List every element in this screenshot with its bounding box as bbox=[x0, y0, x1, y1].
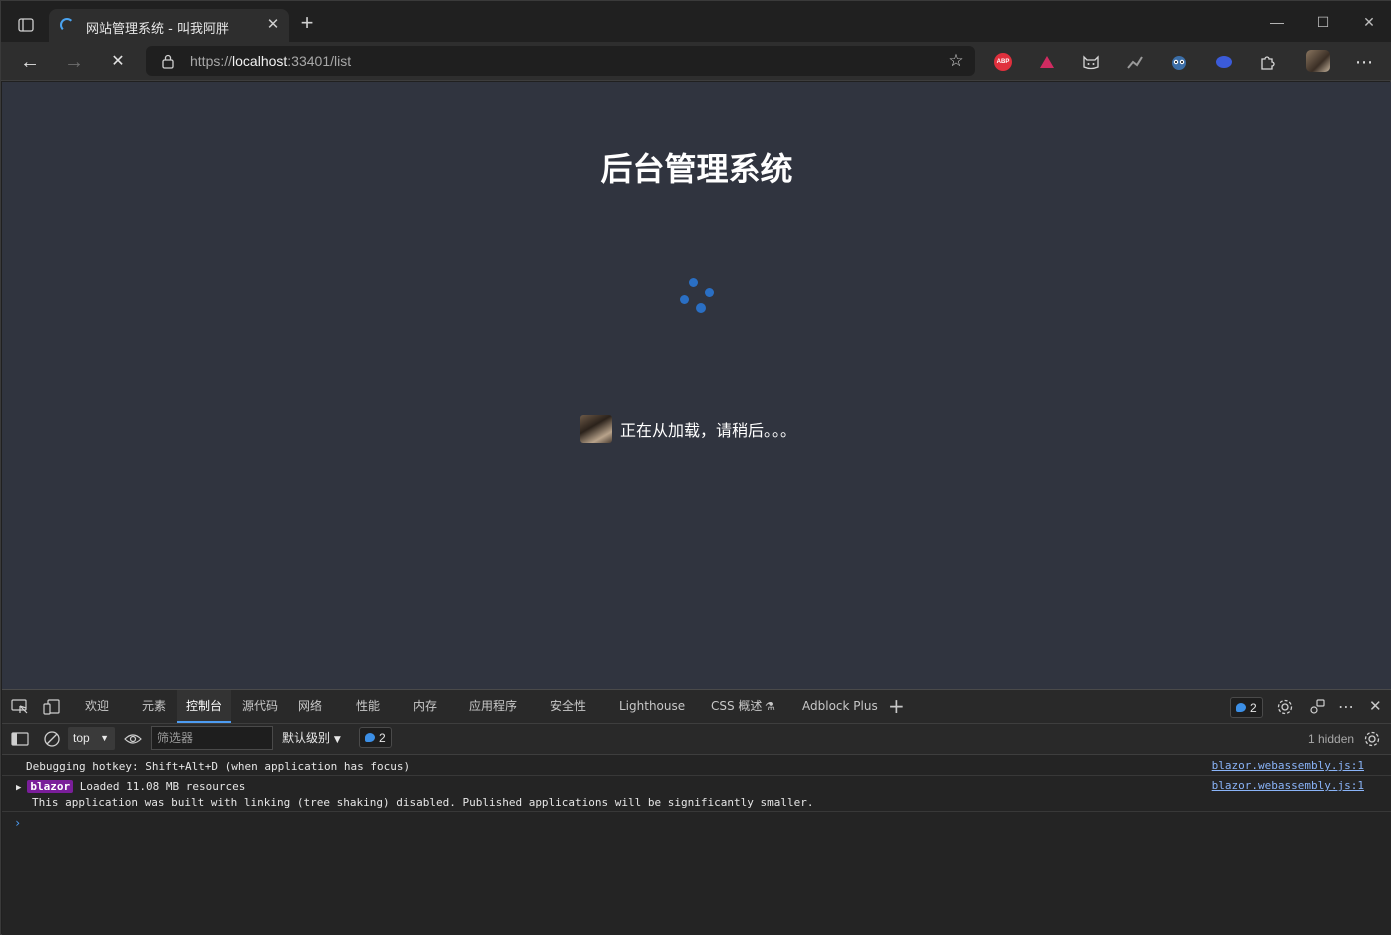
console-message: ▶ blazor Loaded 11.08 MB resources This a… bbox=[2, 776, 1391, 812]
more-options-icon[interactable]: ⋯ bbox=[1338, 690, 1354, 723]
issues-counter[interactable]: 2 bbox=[1230, 697, 1263, 718]
owl-extension-icon[interactable] bbox=[1168, 51, 1190, 73]
tab-network[interactable]: 网络 bbox=[298, 690, 322, 723]
back-button[interactable]: ← bbox=[17, 49, 43, 75]
devtools-tab-bar: 欢迎 元素 控制台 源代码 网络 性能 内存 应用程序 安全性 Lighthou… bbox=[2, 690, 1391, 724]
tab-elements[interactable]: 元素 bbox=[142, 690, 166, 723]
clear-console-icon[interactable] bbox=[42, 730, 62, 748]
chevron-down-icon: ▼ bbox=[333, 735, 341, 745]
filter-input[interactable] bbox=[151, 726, 273, 750]
console-toolbar: top▼ 默认级别 ▼ 2 1 hidden bbox=[2, 724, 1391, 755]
gear-icon[interactable] bbox=[1275, 698, 1295, 716]
spinner-dot bbox=[689, 278, 698, 287]
browser-window: 网站管理系统 - 叫我阿胖 ✕ + — ☐ ✕ ← → ✕ https://lo… bbox=[0, 0, 1391, 935]
tab-console[interactable]: 控制台 bbox=[177, 690, 232, 723]
message-text: Debugging hotkey: Shift+Alt+D (when appl… bbox=[26, 760, 411, 773]
tab-actions-icon[interactable] bbox=[13, 13, 39, 37]
tab-css-overview[interactable]: CSS 概述 bbox=[711, 690, 762, 723]
lock-icon[interactable] bbox=[161, 53, 175, 69]
address-bar[interactable]: https://localhost:33401/list ☆ bbox=[146, 46, 975, 76]
settings-menu-icon[interactable]: ⋯ bbox=[1351, 49, 1377, 75]
flask-icon: ⚗ bbox=[765, 700, 775, 713]
tab-adblock-plus[interactable]: Adblock Plus bbox=[802, 690, 878, 723]
spinner-dot bbox=[705, 288, 714, 297]
profile-avatar[interactable] bbox=[1306, 50, 1330, 72]
context-select[interactable]: top ▼ bbox=[68, 727, 115, 750]
message-text: Loaded 11.08 MB resources bbox=[79, 780, 246, 793]
page-title: 后台管理系统 bbox=[600, 150, 793, 188]
tab-sources[interactable]: 源代码 bbox=[242, 690, 278, 723]
favorite-star-icon[interactable]: ☆ bbox=[945, 51, 967, 71]
add-tab-button[interactable]: + bbox=[888, 690, 905, 723]
tab-performance[interactable]: 性能 bbox=[356, 690, 380, 723]
tab-memory[interactable]: 内存 bbox=[413, 690, 437, 723]
tab-security[interactable]: 安全性 bbox=[550, 690, 586, 723]
source-link[interactable]: blazor.webassembly.js:1 bbox=[1212, 779, 1364, 792]
spinner-dot bbox=[680, 295, 689, 304]
browser-toolbar: ← → ✕ https://localhost:33401/list ☆ ABP… bbox=[1, 42, 1391, 116]
message-icon bbox=[365, 733, 375, 742]
console-prompt[interactable]: › bbox=[14, 816, 21, 830]
feedback-icon[interactable] bbox=[1307, 698, 1327, 716]
maximize-button[interactable]: ☐ bbox=[1311, 11, 1335, 33]
console-settings-gear-icon[interactable] bbox=[1362, 730, 1382, 748]
source-link[interactable]: blazor.webassembly.js:1 bbox=[1212, 759, 1364, 772]
inspect-element-icon[interactable] bbox=[10, 698, 30, 716]
stop-button[interactable]: ✕ bbox=[105, 49, 131, 75]
console-output: Debugging hotkey: Shift+Alt+D (when appl… bbox=[2, 756, 1391, 830]
devtools-panel: 欢迎 元素 控制台 源代码 网络 性能 内存 应用程序 安全性 Lighthou… bbox=[2, 689, 1391, 935]
expand-arrow-icon[interactable]: ▶ bbox=[16, 783, 21, 793]
close-devtools-icon[interactable]: ✕ bbox=[1369, 690, 1382, 723]
eye-icon[interactable] bbox=[123, 730, 143, 748]
forward-button[interactable]: → bbox=[61, 49, 87, 75]
message-detail: This application was built with linking … bbox=[32, 796, 814, 809]
close-tab-icon[interactable]: ✕ bbox=[263, 15, 283, 35]
spinner-dot bbox=[696, 303, 706, 313]
active-tab[interactable]: 网站管理系统 - 叫我阿胖 ✕ bbox=[49, 9, 289, 42]
url-text[interactable]: https://localhost:33401/list bbox=[190, 53, 351, 69]
log-level-select[interactable]: 默认级别 ▼ bbox=[282, 727, 341, 750]
loading-avatar bbox=[580, 415, 612, 443]
minimize-button[interactable]: — bbox=[1265, 11, 1289, 33]
close-window-button[interactable]: ✕ bbox=[1357, 11, 1381, 33]
console-message: Debugging hotkey: Shift+Alt+D (when appl… bbox=[2, 756, 1391, 776]
tab-title: 网站管理系统 - 叫我阿胖 bbox=[86, 22, 229, 37]
sidebar-toggle-icon[interactable] bbox=[10, 730, 30, 748]
new-tab-button[interactable]: + bbox=[297, 12, 317, 34]
tab-lighthouse[interactable]: Lighthouse bbox=[619, 690, 685, 723]
blazor-tag: blazor bbox=[27, 780, 74, 793]
hidden-count: 1 hidden bbox=[1308, 732, 1355, 746]
adblock-plus-icon[interactable]: ABP bbox=[992, 51, 1014, 73]
tab-strip: 网站管理系统 - 叫我阿胖 ✕ + — ☐ ✕ bbox=[1, 1, 1391, 42]
puzzle-extensions-icon[interactable] bbox=[1257, 51, 1279, 73]
mail-extension-icon[interactable] bbox=[1213, 51, 1235, 73]
loading-message: 正在从加载，请稍后。。。 bbox=[580, 414, 796, 444]
cat-extension-icon[interactable] bbox=[1080, 51, 1102, 73]
message-icon bbox=[1236, 703, 1246, 712]
device-emulation-icon[interactable] bbox=[42, 698, 62, 716]
page-viewport: 后台管理系统 正在从加载，请稍后。。。 bbox=[2, 82, 1391, 689]
tab-application[interactable]: 应用程序 bbox=[469, 690, 517, 723]
toolbar-issues-counter[interactable]: 2 bbox=[359, 727, 392, 748]
chevron-down-icon: ▼ bbox=[100, 733, 109, 743]
loading-text: 正在从加载，请稍后。。。 bbox=[620, 421, 797, 440]
tab-welcome[interactable]: 欢迎 bbox=[85, 690, 109, 723]
triangle-extension-icon[interactable] bbox=[1036, 51, 1058, 73]
loading-spinner-icon bbox=[60, 18, 74, 32]
graph-extension-icon[interactable] bbox=[1124, 51, 1146, 73]
